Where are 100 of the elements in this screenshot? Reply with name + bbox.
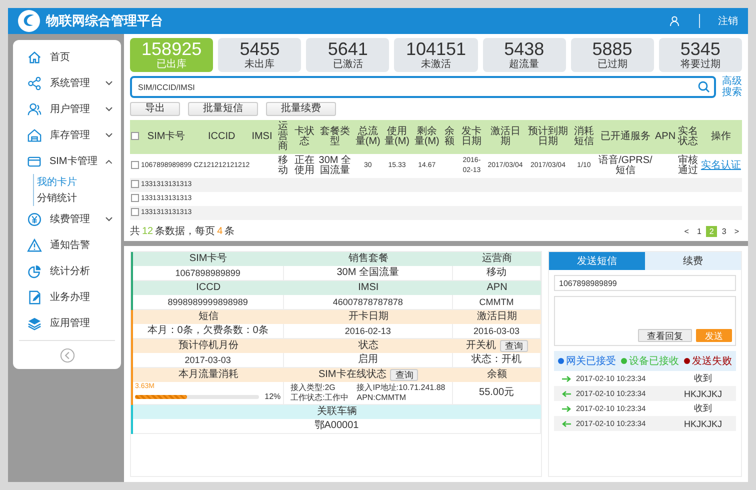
access-info: APN:CMMTM bbox=[356, 393, 408, 403]
sidebar-item[interactable]: 系统管理 bbox=[13, 70, 121, 96]
stat-card[interactable]: 5885 已过期 bbox=[570, 38, 654, 72]
page-button[interactable]: 3 bbox=[718, 226, 730, 236]
field-label: SIM卡在线状态 bbox=[318, 369, 386, 381]
field-label: 开关机 bbox=[466, 340, 496, 352]
pie-chart-icon bbox=[27, 264, 42, 278]
pager-count: 12 bbox=[142, 226, 154, 236]
advanced-search-link[interactable]: 高级搜索 bbox=[722, 76, 742, 98]
search-field[interactable]: SIM/ICCID/IMSI bbox=[130, 76, 716, 98]
checkbox[interactable] bbox=[131, 132, 139, 140]
stat-card[interactable]: 5455 未出库 bbox=[218, 38, 302, 72]
field-label: 状态 bbox=[358, 340, 378, 352]
page-button[interactable]: 1 bbox=[694, 226, 704, 236]
collapse-icon[interactable] bbox=[60, 348, 74, 362]
legend-label: 发送失败 bbox=[692, 354, 732, 368]
sidebar-item[interactable]: 通知告警 bbox=[13, 232, 121, 258]
field-label: 关联车辆 bbox=[317, 406, 357, 418]
sidebar-item[interactable]: 应用管理 bbox=[13, 310, 121, 336]
stat-value: 5641 bbox=[328, 39, 368, 59]
legend-label: 设备已接收 bbox=[629, 354, 679, 368]
field-value: CMMTM bbox=[479, 296, 514, 308]
tab[interactable]: 续费 bbox=[645, 252, 741, 270]
stat-value: 5345 bbox=[680, 39, 720, 59]
field-label: 本月流量消耗 bbox=[178, 369, 238, 381]
column-header: 余额 bbox=[442, 120, 458, 154]
stat-card[interactable]: 5438 超流量 bbox=[482, 38, 566, 72]
message-text: 收到 bbox=[693, 402, 713, 415]
sidebar-item[interactable]: SIM卡管理 bbox=[13, 148, 121, 174]
message-field[interactable]: 查看回复 发送 bbox=[554, 296, 736, 346]
action-button[interactable]: 导出 bbox=[130, 102, 180, 116]
home-icon bbox=[27, 50, 42, 64]
layers-icon bbox=[27, 316, 42, 330]
field-label: APN bbox=[486, 282, 508, 294]
checkbox[interactable] bbox=[131, 208, 139, 216]
legend-label: 网关已接受 bbox=[566, 354, 616, 368]
stat-label: 未出库 bbox=[244, 59, 275, 71]
table-cell: 正在使用 bbox=[294, 155, 314, 176]
tab[interactable]: 发送短信 bbox=[549, 252, 645, 270]
prev-page-button[interactable]: < bbox=[681, 226, 692, 236]
field-value: 2016-02-13 bbox=[344, 325, 391, 337]
action-button[interactable]: 批量续费 bbox=[266, 102, 336, 116]
sidebar-item[interactable]: 首页 bbox=[13, 44, 121, 70]
checkbox[interactable] bbox=[131, 180, 139, 188]
field-value: 本月：0条，欠费条数：0条 bbox=[147, 325, 268, 337]
document-pen-icon bbox=[27, 290, 42, 304]
search-icon[interactable] bbox=[698, 81, 710, 93]
stat-value: 104151 bbox=[406, 39, 466, 59]
stat-card[interactable]: 104151 未激活 bbox=[394, 38, 478, 72]
pager-text: 条数据，每页 bbox=[155, 225, 216, 238]
stat-label: 已出库 bbox=[156, 59, 187, 71]
query-button[interactable]: 查询 bbox=[500, 340, 528, 352]
field-label: 激活日期 bbox=[477, 311, 518, 323]
message-text: 收到 bbox=[693, 372, 713, 385]
field-value: 46007878787878 bbox=[332, 296, 403, 308]
checkbox[interactable] bbox=[131, 194, 139, 202]
message-text: HKJKJKJ bbox=[682, 418, 723, 428]
checkbox[interactable] bbox=[131, 161, 139, 170]
column-header: 激活日期 bbox=[486, 120, 525, 154]
field-label: IMSI bbox=[358, 282, 379, 294]
logout-link[interactable]: 注销 bbox=[699, 14, 738, 28]
share-icon bbox=[27, 76, 42, 90]
arrow-left-icon bbox=[562, 390, 571, 396]
stat-card[interactable]: 5345 将要过期 bbox=[658, 38, 742, 72]
table-cell: 语音/GPRS/短信 bbox=[598, 155, 652, 176]
usage-percent: 12% bbox=[264, 391, 281, 403]
stat-label: 未激活 bbox=[420, 59, 451, 71]
sidebar-item[interactable]: 续费管理 bbox=[13, 206, 121, 232]
column-header: 使用量(M) bbox=[382, 120, 412, 154]
field-value: 2017-03-03 bbox=[184, 354, 231, 366]
pager-text: 条 bbox=[224, 225, 235, 238]
next-page-button[interactable]: > bbox=[731, 226, 742, 236]
sidebar-item[interactable]: 库存管理 bbox=[13, 122, 121, 148]
recipient-field[interactable]: 1067898989899 bbox=[554, 275, 736, 291]
field-value: 2016-03-03 bbox=[474, 325, 520, 337]
arrow-left-icon bbox=[562, 420, 571, 426]
column-header: 运营商 bbox=[273, 120, 293, 154]
action-button[interactable]: 批量短信 bbox=[188, 102, 258, 116]
sidebar-subitem[interactable]: 分销统计 bbox=[34, 190, 121, 206]
field-label: ICCD bbox=[196, 282, 221, 294]
column-header: 已开通服务 bbox=[596, 120, 654, 154]
user-icon bbox=[670, 16, 679, 26]
field-label: 预计停机月份 bbox=[178, 340, 238, 352]
sidebar-item[interactable]: 统计分析 bbox=[13, 258, 121, 284]
view-replies-button[interactable]: 查看回复 bbox=[638, 329, 692, 342]
query-button[interactable]: 查询 bbox=[390, 369, 418, 381]
verify-link[interactable]: 实名认证 bbox=[700, 160, 741, 170]
message-text: HKJKJKJ bbox=[682, 388, 723, 398]
column-header: 发卡日期 bbox=[458, 120, 486, 154]
column-header: 实名状态 bbox=[676, 120, 700, 154]
column-header: 预计到期日期 bbox=[524, 120, 572, 154]
pager-count: 4 bbox=[217, 226, 223, 236]
sidebar-item[interactable]: 用户管理 bbox=[13, 96, 121, 122]
column-header: 套餐类型 bbox=[316, 120, 354, 154]
sidebar-item[interactable]: 业务办理 bbox=[13, 284, 121, 310]
sidebar-subitem[interactable]: 我的卡片 bbox=[34, 174, 121, 190]
warning-icon bbox=[27, 238, 42, 252]
stat-card[interactable]: 5641 已激活 bbox=[306, 38, 390, 72]
column-header: 总流量(M) bbox=[354, 120, 382, 154]
field-label: SIM卡号 bbox=[189, 253, 228, 265]
